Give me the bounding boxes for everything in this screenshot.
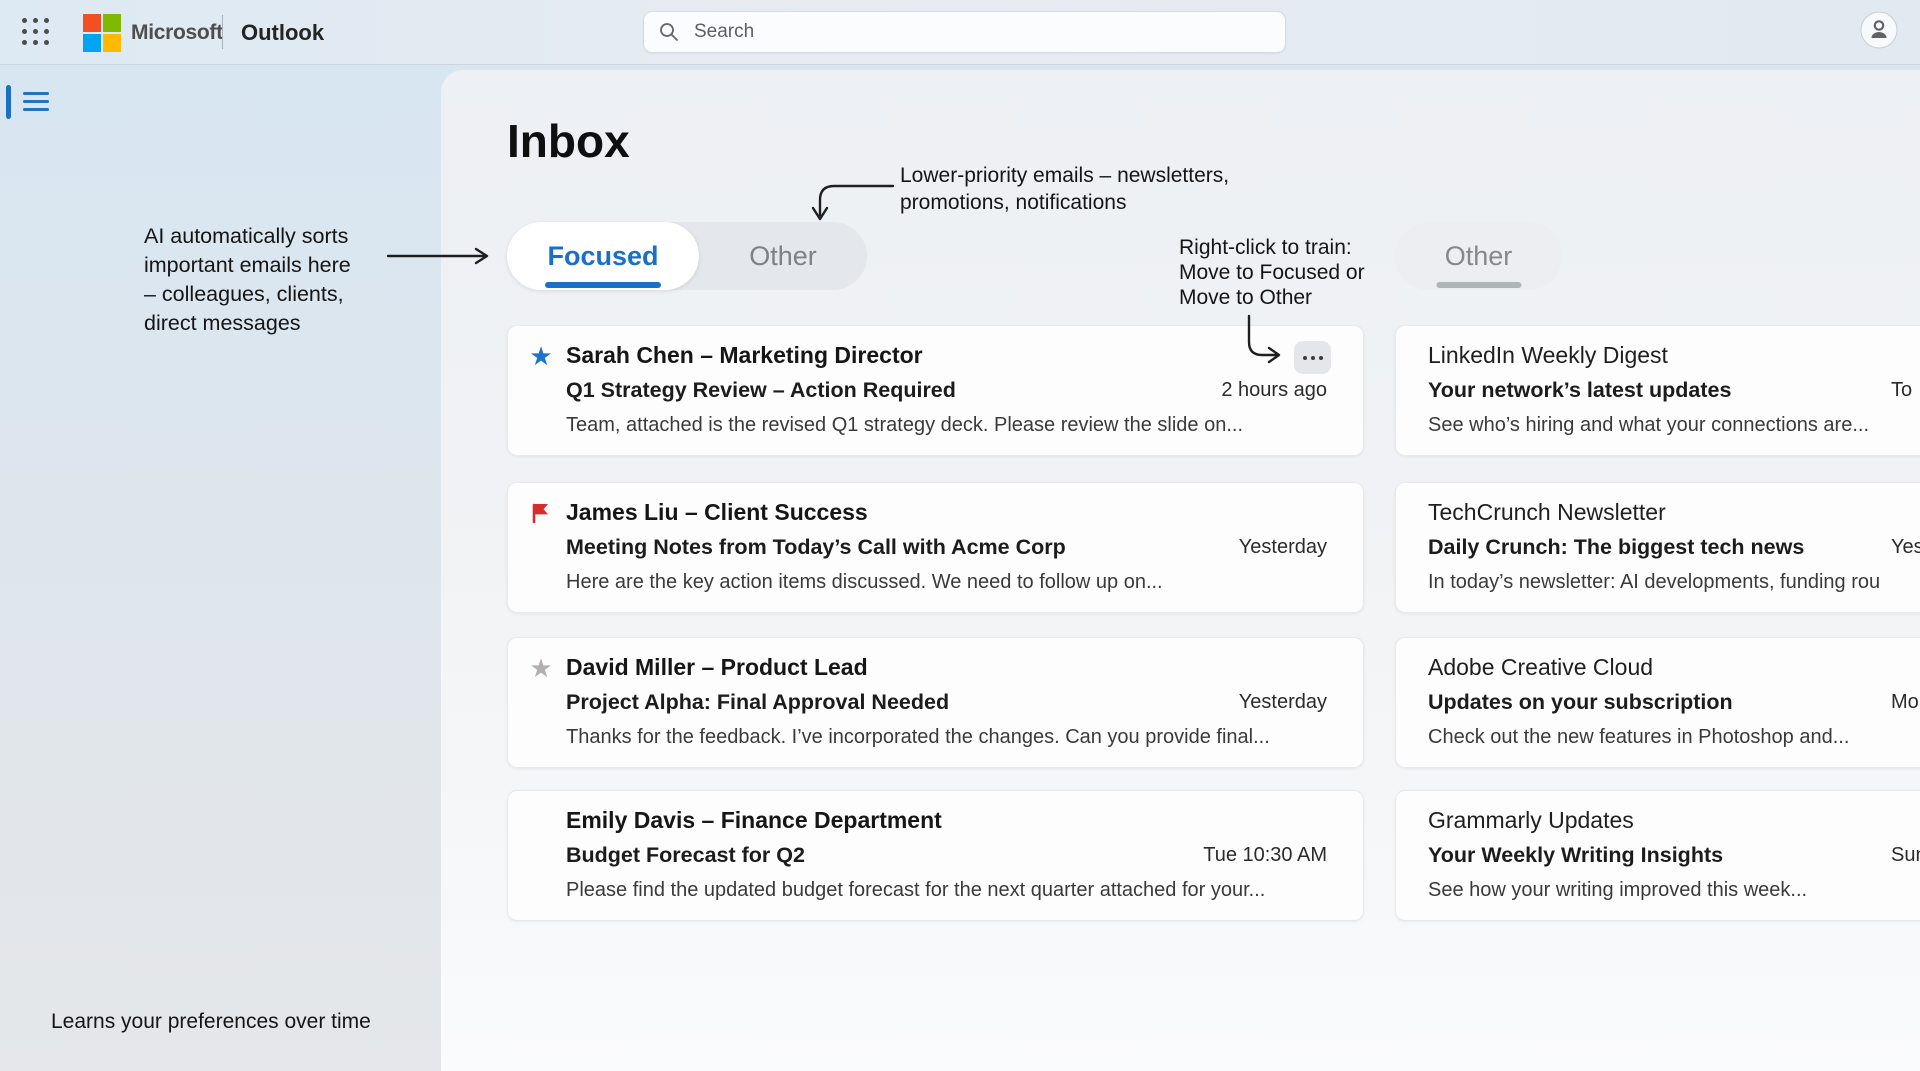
tab-focused[interactable]: Focused (507, 222, 699, 290)
email-preview: In today’s newsletter: AI developments, … (1428, 565, 1880, 600)
email-sender: James Liu – Client Success (566, 495, 868, 530)
email-subject: Budget Forecast for Q2 (566, 838, 805, 873)
other-column-tab[interactable]: Other (1395, 222, 1562, 290)
tab-focused-underline (545, 282, 661, 288)
email-preview: Thanks for the feedback. I’ve incorporat… (566, 720, 1270, 755)
email-preview: Team, attached is the revised Q1 strateg… (566, 408, 1243, 443)
email-subject: Q1 Strategy Review – Action Required (566, 373, 956, 408)
app-title[interactable]: Outlook (241, 0, 324, 65)
email-timestamp: Sun (1891, 838, 1920, 873)
email-subject: Your network’s latest updates (1428, 373, 1731, 408)
email-timestamp: To (1891, 373, 1912, 408)
microsoft-label: Microsoft (131, 21, 223, 45)
email-timestamp: Yesterday (1239, 685, 1327, 720)
email-timestamp: 2 hours ago (1221, 373, 1327, 408)
email-subject: Your Weekly Writing Insights (1428, 838, 1723, 873)
email-preview: See who’s hiring and what your connectio… (1428, 408, 1869, 443)
email-card[interactable]: ★ Sarah Chen – Marketing Director Q1 Str… (507, 325, 1364, 456)
search-icon (658, 21, 680, 43)
topbar: Microsoft Outlook (0, 0, 1920, 65)
email-sender: Sarah Chen – Marketing Director (566, 338, 923, 373)
outlook-window: Microsoft Outlook Inbox Focused (0, 0, 1920, 1071)
more-options-button[interactable] (1294, 341, 1331, 374)
flag-icon[interactable] (528, 501, 554, 525)
email-sender: LinkedIn Weekly Digest (1428, 338, 1668, 373)
email-timestamp: Mon (1891, 685, 1920, 720)
main-panel: Inbox Focused Other Other ★ Sarah Chen –… (441, 70, 1920, 1071)
email-card[interactable]: Adobe Creative Cloud Updates on your sub… (1395, 637, 1920, 768)
star-icon[interactable]: ★ (528, 655, 554, 681)
email-sender: David Miller – Product Lead (566, 650, 868, 685)
email-sender: Grammarly Updates (1428, 803, 1634, 838)
email-sender: Adobe Creative Cloud (1428, 650, 1653, 685)
tab-focused-label: Focused (547, 241, 658, 272)
email-subject: Meeting Notes from Today’s Call with Acm… (566, 530, 1066, 565)
email-sender: TechCrunch Newsletter (1428, 495, 1666, 530)
email-card[interactable]: Grammarly Updates Your Weekly Writing In… (1395, 790, 1920, 921)
email-subject: Daily Crunch: The biggest tech news (1428, 530, 1804, 565)
tab-other[interactable]: Other (699, 222, 867, 290)
email-preview: See how your writing improved this week.… (1428, 873, 1807, 908)
annotation-right-click-train: Right-click to train: Move to Focused or… (1179, 235, 1365, 310)
email-preview: Here are the key action items discussed.… (566, 565, 1163, 600)
email-card[interactable]: LinkedIn Weekly Digest Your network’s la… (1395, 325, 1920, 456)
microsoft-brand[interactable]: Microsoft (83, 0, 223, 65)
brand-divider (222, 15, 223, 49)
email-timestamp: Yest (1891, 530, 1920, 565)
menu-toggle-button[interactable] (23, 92, 49, 116)
email-preview: Please find the updated budget forecast … (566, 873, 1265, 908)
other-column-label: Other (1445, 241, 1513, 272)
email-subject: Updates on your subscription (1428, 685, 1733, 720)
inbox-tabs: Focused Other (507, 222, 867, 290)
star-icon[interactable]: ★ (528, 343, 554, 369)
email-timestamp: Yesterday (1239, 530, 1327, 565)
nav-accent-bar (6, 85, 11, 119)
email-card[interactable]: James Liu – Client Success Meeting Notes… (507, 482, 1364, 613)
account-button[interactable] (1860, 11, 1898, 49)
search-input[interactable] (692, 20, 1271, 44)
annotation-other-explainer: Lower-priority emails – newsletters, pro… (900, 162, 1229, 216)
other-column-underline (1436, 282, 1521, 288)
person-icon (1860, 11, 1898, 49)
email-preview: Check out the new features in Photoshop … (1428, 720, 1849, 755)
annotation-focused-explainer: AI automatically sorts important emails … (144, 222, 404, 338)
email-sender: Emily Davis – Finance Department (566, 803, 942, 838)
email-card[interactable]: TechCrunch Newsletter Daily Crunch: The … (1395, 482, 1920, 613)
email-card[interactable]: ★ David Miller – Product Lead Project Al… (507, 637, 1364, 768)
email-timestamp: Tue 10:30 AM (1203, 838, 1327, 873)
app-launcher-button[interactable] (22, 18, 51, 47)
email-subject: Project Alpha: Final Approval Needed (566, 685, 949, 720)
page-title: Inbox (507, 118, 630, 164)
search-bar[interactable] (643, 11, 1286, 53)
annotation-learns-over-time: Learns your preferences over time (51, 1010, 371, 1034)
email-card[interactable]: ★ Emily Davis – Finance Department Budge… (507, 790, 1364, 921)
microsoft-logo-icon (83, 14, 121, 52)
